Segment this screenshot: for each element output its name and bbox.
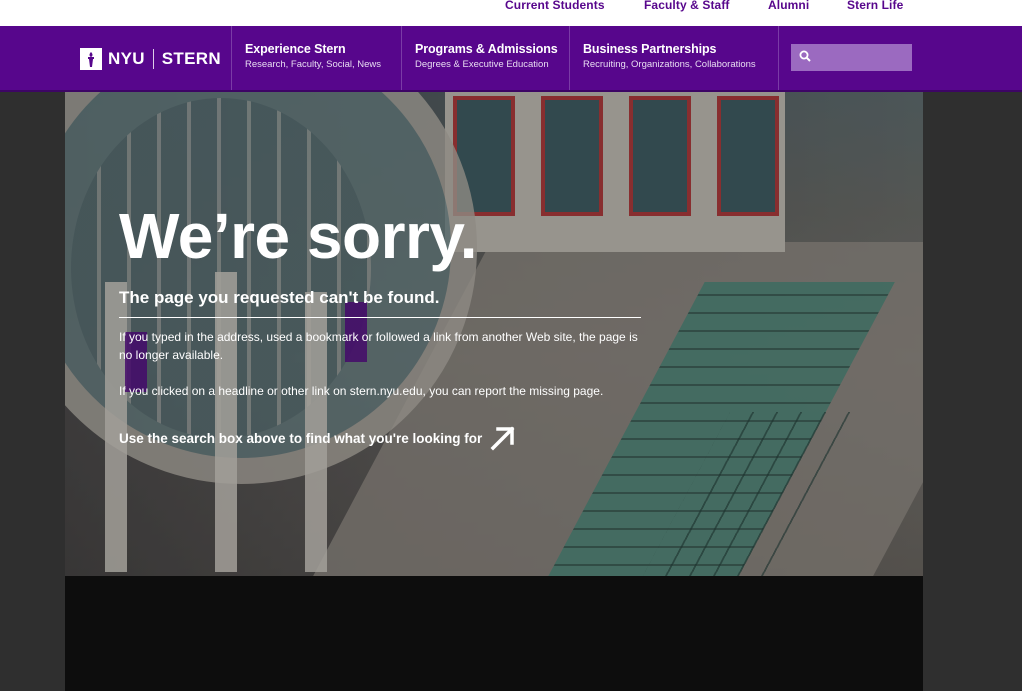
utility-bar: Current Students Faculty & Staff Alumni … (0, 0, 1022, 26)
nav-item-subtitle: Research, Faculty, Social, News (245, 59, 382, 70)
hero-section: We’re sorry. The page you requested can'… (65, 92, 923, 576)
error-paragraph-address: If you typed in the address, used a book… (119, 330, 638, 362)
nav-item-title: Programs & Admissions (415, 42, 558, 56)
utility-link-alumni[interactable]: Alumni (768, 0, 809, 12)
nav-item-programs-admissions[interactable]: Programs & Admissions Degrees & Executiv… (415, 42, 558, 70)
search-hint: Use the search box above to find what yo… (119, 425, 516, 451)
utility-link-current-students[interactable]: Current Students (505, 0, 605, 12)
lower-content-area (65, 576, 923, 691)
nyu-stern-logo[interactable]: NYU STERN (80, 48, 221, 70)
nav-divider (401, 26, 402, 92)
divider (119, 317, 641, 318)
search-icon[interactable] (799, 49, 811, 67)
page-title: We’re sorry. (119, 200, 478, 272)
nav-divider (778, 26, 779, 92)
nav-item-business-partnerships[interactable]: Business Partnerships Recruiting, Organi… (583, 42, 756, 70)
nav-item-title: Experience Stern (245, 42, 346, 56)
nav-item-subtitle: Recruiting, Organizations, Collaboration… (583, 59, 756, 70)
search-hint-text: Use the search box above to find what yo… (119, 430, 483, 446)
torch-icon (80, 48, 102, 70)
nav-divider (231, 26, 232, 92)
logo-nyu-text: NYU (108, 49, 145, 68)
error-paragraph-report: If you clicked on a headline or other li… (119, 384, 604, 398)
arrow-up-right-icon (490, 425, 516, 451)
logo-stern-text: STERN (161, 49, 221, 68)
error-subheading: The page you requested can't be found. (119, 288, 440, 307)
search-input[interactable] (815, 50, 914, 65)
nav-item-title: Business Partnerships (583, 42, 717, 56)
utility-link-stern-life[interactable]: Stern Life (847, 0, 903, 12)
nav-item-experience-stern[interactable]: Experience Stern Research, Faculty, Soci… (245, 42, 381, 70)
nav-divider (569, 26, 570, 92)
nav-item-subtitle: Degrees & Executive Education (415, 59, 549, 70)
main-navigation: NYU STERN Experience Stern Research, Fac… (0, 26, 1022, 92)
logo-divider (152, 49, 154, 69)
utility-link-faculty-staff[interactable]: Faculty & Staff (644, 0, 730, 12)
search-box[interactable] (791, 44, 914, 71)
